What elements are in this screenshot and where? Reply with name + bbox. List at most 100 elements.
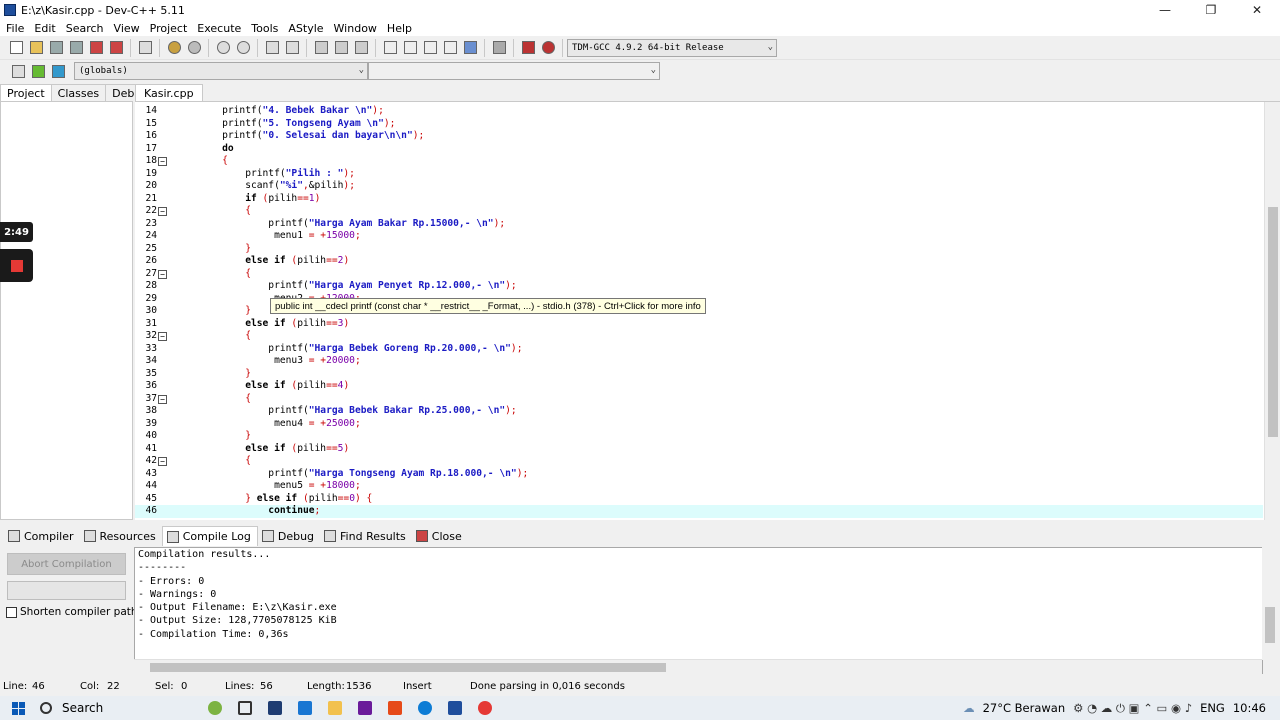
tray-icons[interactable]: ⚙ ◔ ☁ ⏻ ▣ ⌃ ▭ ◉ ♪ [1073, 701, 1192, 716]
tab-kasir-cpp[interactable]: Kasir.cpp [135, 84, 203, 102]
redo-icon[interactable] [185, 39, 203, 57]
code-line[interactable]: 45 } else if (pilih==0) { [135, 493, 1263, 506]
code-line[interactable]: 21 if (pilih==1) [135, 193, 1263, 206]
menu-window[interactable]: Window [330, 22, 383, 35]
weather-text[interactable]: 27°C Berawan [983, 701, 1066, 715]
code-line[interactable]: 20 scanf("%i",&pilih); [135, 180, 1263, 193]
windows-start-icon[interactable] [0, 696, 36, 720]
code-line[interactable]: 42− { [135, 455, 1263, 468]
menu-execute[interactable]: Execute [193, 22, 247, 35]
code-line[interactable]: 22− { [135, 205, 1263, 218]
menu-file[interactable]: File [2, 22, 30, 35]
save-all-icon[interactable] [67, 39, 85, 57]
code-line[interactable]: 15 printf("5. Tongseng Ayam \n"); [135, 118, 1263, 131]
scrollbar-thumb[interactable] [1268, 207, 1278, 437]
fold-toggle-icon[interactable]: − [158, 457, 167, 466]
stop-execution-icon[interactable] [490, 39, 508, 57]
office-icon[interactable] [384, 697, 406, 719]
menu-view[interactable]: View [110, 22, 146, 35]
code-line[interactable]: 41 else if (pilih==5) [135, 443, 1263, 456]
chrome-icon[interactable] [474, 697, 496, 719]
widgets-icon[interactable] [204, 697, 226, 719]
code-line[interactable]: 17 do [135, 143, 1263, 156]
code-line[interactable]: 16 printf("0. Selesai dan bayar\n\n"); [135, 130, 1263, 143]
task-view-icon[interactable] [234, 697, 256, 719]
weather-icon[interactable]: ☁ [963, 701, 975, 715]
code-line[interactable]: 14 printf("4. Bebek Bakar \n"); [135, 105, 1263, 118]
close-file-icon[interactable] [87, 39, 105, 57]
log-horizontal-scrollbar[interactable] [134, 659, 1262, 674]
language-indicator[interactable]: ENG [1200, 701, 1225, 715]
syntax-check-icon[interactable] [461, 39, 479, 57]
code-line[interactable]: 35 } [135, 368, 1263, 381]
minimize-button[interactable]: — [1142, 0, 1188, 20]
close-window-button[interactable]: ✕ [1234, 0, 1280, 20]
tab-project[interactable]: Project [0, 84, 52, 102]
code-line[interactable]: 43 printf("Harga Tongseng Ayam Rp.18.000… [135, 468, 1263, 481]
fold-toggle-icon[interactable]: − [158, 157, 167, 166]
scrollbar-thumb[interactable] [150, 663, 666, 672]
menu-help[interactable]: Help [383, 22, 418, 35]
code-line[interactable]: 27− { [135, 268, 1263, 281]
maximize-button[interactable]: ❐ [1188, 0, 1234, 20]
member-select[interactable]: ⌄ [368, 62, 660, 80]
fold-toggle-icon[interactable]: − [158, 269, 167, 279]
code-line[interactable]: 18− { [135, 155, 1263, 168]
debug-icon[interactable] [539, 39, 557, 57]
toggle-icon[interactable] [49, 62, 67, 80]
code-line[interactable]: 33 printf("Harga Bebek Goreng Rp.20.000,… [135, 343, 1263, 356]
tab-resources[interactable]: Resources [80, 526, 162, 546]
tab-find-results[interactable]: Find Results [320, 526, 412, 546]
indent-icon[interactable] [312, 39, 330, 57]
close-all-icon[interactable] [107, 39, 125, 57]
editor-vertical-scrollbar[interactable] [1264, 102, 1280, 520]
fold-toggle-icon[interactable]: − [158, 332, 167, 341]
rebuild-all-icon[interactable] [441, 39, 459, 57]
fold-toggle-icon[interactable]: − [158, 207, 167, 216]
open-file-icon[interactable] [27, 39, 45, 57]
code-line[interactable]: 36 else if (pilih==4) [135, 380, 1263, 393]
shorten-paths-checkbox[interactable]: Shorten compiler paths [6, 606, 143, 618]
code-line[interactable]: 19 printf("Pilih : "); [135, 168, 1263, 181]
taskbar-search[interactable]: Search [40, 701, 200, 715]
file-explorer-icon[interactable] [324, 697, 346, 719]
code-line[interactable]: 38 printf("Harga Bebek Bakar Rp.25.000,-… [135, 405, 1263, 418]
menu-tools[interactable]: Tools [247, 22, 284, 35]
save-icon[interactable] [47, 39, 65, 57]
new-class-icon[interactable] [9, 62, 27, 80]
fold-toggle-icon[interactable]: − [158, 394, 167, 404]
devcpp-taskbar-icon[interactable] [444, 697, 466, 719]
goto-line-icon[interactable] [263, 39, 281, 57]
compile-log-output[interactable]: Compilation results... -------- - Errors… [134, 547, 1263, 674]
toggle-comment-icon[interactable] [352, 39, 370, 57]
mail-icon[interactable] [294, 697, 316, 719]
bookmark-icon[interactable] [283, 39, 301, 57]
replace-icon[interactable] [234, 39, 252, 57]
code-line[interactable]: 28 printf("Harga Ayam Penyet Rp.12.000,-… [135, 280, 1263, 293]
log-vertical-scrollbar[interactable] [1262, 547, 1278, 660]
scope-select[interactable]: (globals) ⌄ [74, 62, 368, 80]
new-file-icon[interactable] [7, 39, 25, 57]
code-line[interactable]: 26 else if (pilih==2) [135, 255, 1263, 268]
tab-close[interactable]: Close [412, 526, 468, 546]
tab-debug-output[interactable]: Debug [258, 526, 320, 546]
code-line[interactable]: 24 menu1 = +15000; [135, 230, 1263, 243]
code-line[interactable]: 23 printf("Harga Ayam Bakar Rp.15000,- \… [135, 218, 1263, 231]
app-icon[interactable] [354, 697, 376, 719]
abort-compilation-button[interactable]: Abort Compilation [7, 553, 126, 575]
code-line[interactable]: 44 menu5 = +18000; [135, 480, 1263, 493]
code-line[interactable]: 31 else if (pilih==3) [135, 318, 1263, 331]
edge-icon[interactable] [414, 697, 436, 719]
project-browser[interactable] [0, 101, 133, 520]
compile-icon[interactable] [381, 39, 399, 57]
compiler-select[interactable]: TDM-GCC 4.9.2 64-bit Release ⌄ [567, 38, 777, 57]
print-icon[interactable] [136, 39, 154, 57]
code-line[interactable]: 34 menu3 = +20000; [135, 355, 1263, 368]
insert-icon[interactable] [29, 62, 47, 80]
chart-icon[interactable] [519, 39, 537, 57]
compile-run-icon[interactable] [421, 39, 439, 57]
app-icon[interactable] [264, 697, 286, 719]
code-line[interactable]: 37− { [135, 393, 1263, 406]
unindent-icon[interactable] [332, 39, 350, 57]
run-icon[interactable] [401, 39, 419, 57]
